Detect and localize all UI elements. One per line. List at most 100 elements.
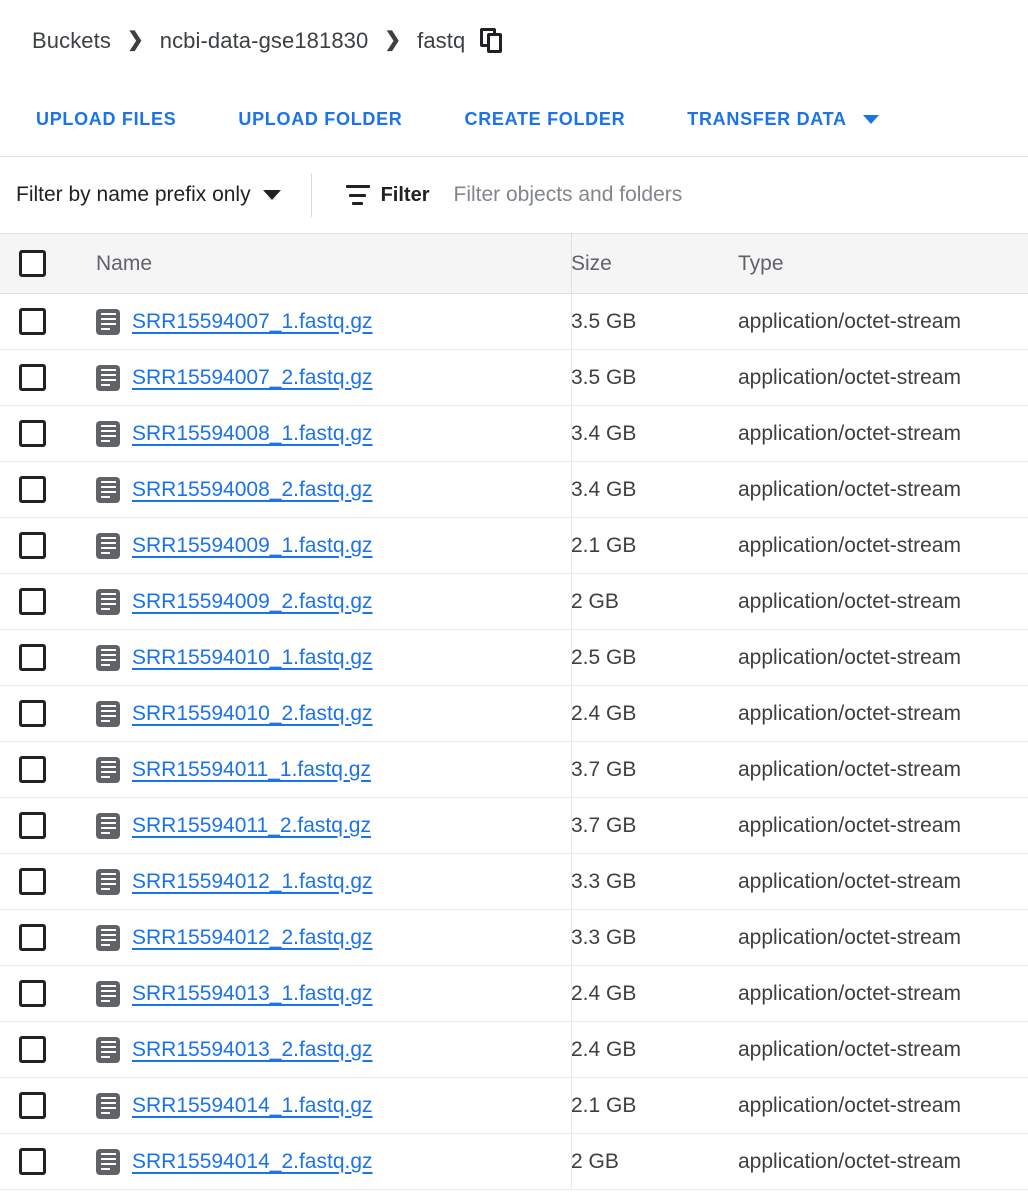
file-icon [96,532,120,559]
row-checkbox[interactable] [19,700,46,727]
row-checkbox[interactable] [19,980,46,1007]
file-link[interactable]: SRR15594010_1.fastq.gz [132,646,373,670]
chevron-down-icon [262,190,281,200]
table-row[interactable]: SRR15594014_2.fastq.gz 2 GB application/oc… [0,1134,1028,1190]
file-link[interactable]: SRR15594009_2.fastq.gz [132,590,373,614]
table-row[interactable]: SRR15594011_2.fastq.gz 3.7 GB application/… [0,798,1028,854]
row-size-cell: 2 GB [571,589,619,613]
copy-icon-front [487,33,503,53]
file-link[interactable]: SRR15594011_2.fastq.gz [132,814,371,838]
file-link[interactable]: SRR15594013_2.fastq.gz [132,1038,373,1062]
row-checkbox[interactable] [19,1036,46,1063]
row-size-cell: 3.3 GB [571,925,637,949]
row-checkbox[interactable] [19,1148,46,1175]
row-select-cell [0,588,96,615]
row-name-cell: SRR15594014_2.fastq.gz [96,1148,571,1175]
select-all-checkbox[interactable] [19,250,46,277]
file-link[interactable]: SRR15594007_2.fastq.gz [132,366,373,390]
column-header-name[interactable]: Name [96,252,571,276]
table-row[interactable]: SRR15594008_2.fastq.gz 3.4 GB application/… [0,462,1028,518]
row-type-cell: application/octet-stream [738,1149,961,1173]
transfer-data-label: TRANSFER DATA [687,108,847,129]
file-link[interactable]: SRR15594008_2.fastq.gz [132,478,373,502]
action-toolbar: UPLOAD FILES UPLOAD FOLDER CREATE FOLDER… [0,82,1028,157]
file-link[interactable]: SRR15594012_1.fastq.gz [132,870,373,894]
row-type-cell: application/octet-stream [738,477,961,501]
table-row[interactable]: SRR15594012_1.fastq.gz 3.3 GB application/… [0,854,1028,910]
table-row[interactable]: SRR15594007_2.fastq.gz 3.5 GB application/… [0,350,1028,406]
row-checkbox[interactable] [19,420,46,447]
table-row[interactable]: SRR15594013_1.fastq.gz 2.4 GB application/… [0,966,1028,1022]
file-link[interactable]: SRR15594011_1.fastq.gz [132,758,371,782]
objects-table: Name Size Type SRR15594007_1.fastq.gz 3.5… [0,233,1028,1190]
filter-prefix-dropdown[interactable]: Filter by name prefix only [16,183,281,207]
table-row[interactable]: SRR15594010_1.fastq.gz 2.5 GB application/… [0,630,1028,686]
file-link[interactable]: SRR15594013_1.fastq.gz [132,982,373,1006]
row-select-cell [0,532,96,559]
file-link[interactable]: SRR15594010_2.fastq.gz [132,702,373,726]
row-checkbox[interactable] [19,364,46,391]
file-icon [96,980,120,1007]
file-link[interactable]: SRR15594008_1.fastq.gz [132,422,373,446]
filter-bar: Filter by name prefix only Filter [0,157,1028,233]
row-checkbox[interactable] [19,756,46,783]
upload-files-button[interactable]: UPLOAD FILES [36,109,176,130]
file-icon [96,644,120,671]
row-select-cell [0,700,96,727]
file-link[interactable]: SRR15594014_2.fastq.gz [132,1150,373,1174]
row-checkbox[interactable] [19,644,46,671]
row-size-cell: 3.7 GB [571,813,637,837]
row-checkbox[interactable] [19,868,46,895]
row-select-cell [0,756,96,783]
table-row[interactable]: SRR15594014_1.fastq.gz 2.1 GB application/… [0,1078,1028,1134]
column-header-size[interactable]: Size [571,252,738,276]
filter-divider [310,173,312,217]
row-checkbox[interactable] [19,1092,46,1119]
file-icon [96,364,120,391]
row-select-cell [0,476,96,503]
row-size-cell: 2.4 GB [571,701,637,725]
file-link[interactable]: SRR15594014_1.fastq.gz [132,1094,373,1118]
row-type-cell: application/octet-stream [738,1037,961,1061]
row-checkbox[interactable] [19,812,46,839]
table-row[interactable]: SRR15594008_1.fastq.gz 3.4 GB application/… [0,406,1028,462]
transfer-data-button[interactable]: TRANSFER DATA [687,108,879,130]
table-row[interactable]: SRR15594009_1.fastq.gz 2.1 GB application/… [0,518,1028,574]
row-name-cell: SRR15594011_2.fastq.gz [96,812,571,839]
file-icon [96,868,120,895]
row-type-cell: application/octet-stream [738,533,961,557]
row-size-cell: 3.5 GB [571,365,637,389]
row-select-cell [0,420,96,447]
table-row[interactable]: SRR15594013_2.fastq.gz 2.4 GB application/… [0,1022,1028,1078]
row-select-cell [0,812,96,839]
row-checkbox[interactable] [19,476,46,503]
row-type-cell: application/octet-stream [738,365,961,389]
breadcrumb-separator: ❯ [126,29,144,51]
upload-folder-button[interactable]: UPLOAD FOLDER [238,109,402,130]
table-row[interactable]: SRR15594009_2.fastq.gz 2 GB application/oc… [0,574,1028,630]
table-row[interactable]: SRR15594007_1.fastq.gz 3.5 GB application/… [0,294,1028,350]
row-checkbox[interactable] [19,532,46,559]
table-row[interactable]: SRR15594011_1.fastq.gz 3.7 GB application/… [0,742,1028,798]
row-select-cell [0,644,96,671]
row-size-cell: 2.4 GB [571,981,637,1005]
create-folder-button[interactable]: CREATE FOLDER [465,109,626,130]
breadcrumb-item-bucket[interactable]: ncbi-data-gse181830 [160,28,369,54]
filter-input[interactable] [453,183,1028,207]
row-checkbox[interactable] [19,308,46,335]
file-link[interactable]: SRR15594012_2.fastq.gz [132,926,373,950]
copy-icon[interactable] [480,28,506,54]
table-row[interactable]: SRR15594012_2.fastq.gz 3.3 GB application/… [0,910,1028,966]
table-row[interactable]: SRR15594010_2.fastq.gz 2.4 GB application/… [0,686,1028,742]
column-header-type[interactable]: Type [738,252,1028,276]
row-checkbox[interactable] [19,924,46,951]
row-size-cell: 2.1 GB [571,1093,637,1117]
file-link[interactable]: SRR15594007_1.fastq.gz [132,310,373,334]
file-icon [96,756,120,783]
file-link[interactable]: SRR15594009_1.fastq.gz [132,534,373,558]
row-size-cell: 3.7 GB [571,757,637,781]
row-type-cell: application/octet-stream [738,701,961,725]
row-checkbox[interactable] [19,588,46,615]
file-icon [96,1092,120,1119]
breadcrumb-item-buckets[interactable]: Buckets [32,28,111,54]
